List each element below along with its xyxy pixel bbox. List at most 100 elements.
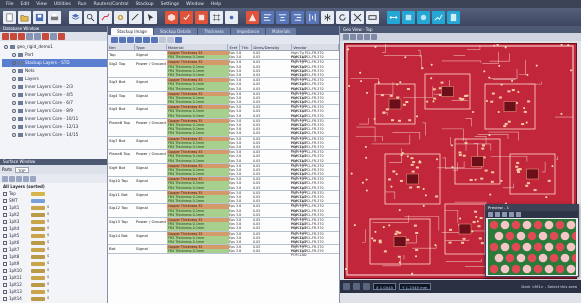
layer-row[interactable]: 1plt1 S	[0, 204, 107, 211]
stackup-row[interactable]: Plane8 Top Power / Ground Copper Thickness…	[108, 150, 339, 167]
mirror-icon[interactable]	[351, 10, 364, 24]
preview-window[interactable]: Preview - 1	[485, 204, 581, 277]
layer-color-swatch[interactable]	[31, 240, 45, 245]
visibility-checkbox[interactable]	[3, 296, 7, 301]
menu-item-window[interactable]: Window	[186, 2, 204, 7]
layer-toggle-icon[interactable]	[371, 34, 377, 40]
align-center-icon[interactable]	[276, 10, 289, 24]
expand-toggle-icon[interactable]	[12, 133, 16, 137]
tree-item[interactable]: Inner Layers Core - 10/11	[2, 115, 107, 123]
layer-color-swatch[interactable]	[31, 275, 45, 280]
visibility-checkbox[interactable]	[3, 212, 7, 217]
tree-item[interactable]: Nets	[2, 67, 107, 75]
calc-icon[interactable]	[151, 36, 158, 43]
ruler-icon[interactable]	[366, 10, 379, 24]
layer-color-swatch[interactable]	[31, 247, 45, 252]
tree-item[interactable]: Part	[2, 51, 107, 59]
material-cell[interactable]: Copper Thickness 35 FR4 Thickness 0.1mm FR…	[167, 217, 229, 231]
layer-color-swatch[interactable]	[31, 212, 45, 217]
sort-icon[interactable]	[23, 175, 29, 182]
move-up-icon[interactable]	[127, 36, 134, 43]
delete-icon[interactable]	[10, 33, 17, 40]
visibility-checkbox[interactable]	[3, 282, 7, 287]
visibility-checkbox[interactable]	[3, 254, 7, 259]
insert-layer-icon[interactable]	[111, 36, 118, 43]
column-header[interactable]: Nm	[108, 44, 135, 50]
tree-item[interactable]: Inner Layers Core - 4/5	[2, 91, 107, 99]
menu-item-run[interactable]: Run	[78, 2, 87, 7]
stackup-row[interactable]: Sig13 Top Power / Ground Copper Thickness …	[108, 217, 339, 235]
preview-canvas[interactable]	[488, 219, 581, 275]
show-all-icon[interactable]	[2, 175, 8, 182]
expand-toggle-icon[interactable]	[12, 53, 16, 57]
preview-3d-icon[interactable]	[509, 212, 514, 217]
layer-color-swatch[interactable]	[31, 191, 45, 196]
material-cell[interactable]: Copper Thickness 35 FR4 Thickness 0.1mm FR…	[167, 177, 229, 190]
layer-row[interactable]: 1plt8 S	[0, 253, 107, 260]
layer-row[interactable]: 1plt12 S	[0, 281, 107, 288]
properties-icon[interactable]	[58, 33, 65, 40]
fit-icon[interactable]	[357, 34, 363, 40]
tab-thickness[interactable]: Thickness	[198, 28, 230, 35]
preview-fit-icon[interactable]	[502, 212, 507, 217]
material-cell[interactable]: Copper Thickness 35 FR4 Thickness 0.1mm FR…	[167, 231, 229, 245]
tree-item[interactable]: Layers	[2, 75, 107, 83]
layer-row[interactable]: 1plt13 S	[0, 288, 107, 295]
layer-row[interactable]: 1plt4 S	[0, 225, 107, 232]
preview-pan-icon[interactable]	[495, 212, 500, 217]
select-icon[interactable]	[144, 10, 157, 24]
tab-stackup-details[interactable]: Stackup Details	[153, 28, 197, 35]
menu-item-utilities[interactable]: Utilities	[54, 2, 71, 7]
expand-toggle-icon[interactable]	[12, 77, 16, 81]
visibility-checkbox[interactable]	[3, 289, 7, 294]
menu-item-edit[interactable]: Edit	[21, 2, 30, 7]
visibility-checkbox[interactable]	[3, 233, 7, 238]
expand-toggle-icon[interactable]	[12, 61, 16, 65]
tab-impedance[interactable]: Impedance	[230, 28, 266, 35]
lock-icon[interactable]	[30, 175, 36, 182]
color-icon[interactable]	[16, 175, 22, 182]
visibility-checkbox[interactable]	[3, 226, 7, 231]
column-header[interactable]: Thk	[240, 44, 253, 50]
expand-icon[interactable]	[42, 33, 49, 40]
expand-toggle-icon[interactable]	[12, 125, 16, 129]
visibility-checkbox[interactable]	[3, 240, 7, 245]
layers-icon[interactable]	[69, 10, 82, 24]
layer-color-swatch[interactable]	[31, 233, 45, 238]
column-header[interactable]: Eref	[228, 44, 241, 50]
stackup-row[interactable]: Sig14 Bot Signal Copper Thickness 35 FR4 Th…	[108, 231, 339, 248]
stackup-row[interactable]: Sig4 Top Signal Copper Thickness 35 FR4 Thi…	[108, 91, 339, 108]
undo-icon[interactable]	[159, 36, 166, 43]
print-icon[interactable]	[48, 10, 61, 24]
material-cell[interactable]: Copper Thickness 35 FR4 Thickness 0.1mm FR…	[167, 78, 229, 91]
tree-item[interactable]: Inner Layers Core - 6/7	[2, 99, 107, 107]
3d-icon[interactable]	[165, 10, 178, 24]
drc-icon[interactable]	[180, 10, 193, 24]
filter-icon[interactable]	[34, 33, 41, 40]
column-header[interactable]: Vendor	[292, 44, 339, 50]
layer-row[interactable]: Top	[0, 190, 107, 197]
move-down-icon[interactable]	[135, 36, 142, 43]
stackup-row[interactable]: Plane6 Top Power / Ground Copper Thickness…	[108, 118, 339, 140]
copy-icon[interactable]	[18, 33, 25, 40]
zoom-in-icon[interactable]	[343, 34, 349, 40]
distribute-icon[interactable]	[306, 10, 319, 24]
material-cell[interactable]: Copper Thickness 35 FR4 Thickness 0.1mm	[167, 245, 229, 254]
material-cell[interactable]: Copper Thickness 35 FR4 Thickness 0.1mm FR…	[167, 150, 229, 163]
layer-row[interactable]: 1plt2 S	[0, 211, 107, 218]
layers-filter-select[interactable]: TOP	[14, 166, 29, 173]
visibility-checkbox[interactable]	[3, 198, 7, 203]
fill-icon[interactable]	[195, 10, 208, 24]
menu-item-routerscontrol[interactable]: Routers/Control	[94, 2, 129, 7]
menu-item-stackup[interactable]: Stackup	[136, 2, 154, 7]
route-icon[interactable]	[99, 10, 112, 24]
tree-item[interactable]: Inner Layers Core - 2/3	[2, 83, 107, 91]
export-icon[interactable]	[175, 36, 182, 43]
expand-toggle-icon[interactable]	[12, 109, 16, 113]
align-right-icon[interactable]	[291, 10, 304, 24]
menu-item-file[interactable]: File	[6, 2, 14, 7]
stackup-row[interactable]: Top Signal Copper Thickness 35 FR4 Thicknes…	[108, 51, 339, 63]
rotate-icon[interactable]	[336, 10, 349, 24]
material-cell[interactable]: Copper Thickness 35 FR4 Thickness 0.1mm FR…	[167, 105, 229, 118]
save-icon[interactable]	[33, 10, 46, 24]
